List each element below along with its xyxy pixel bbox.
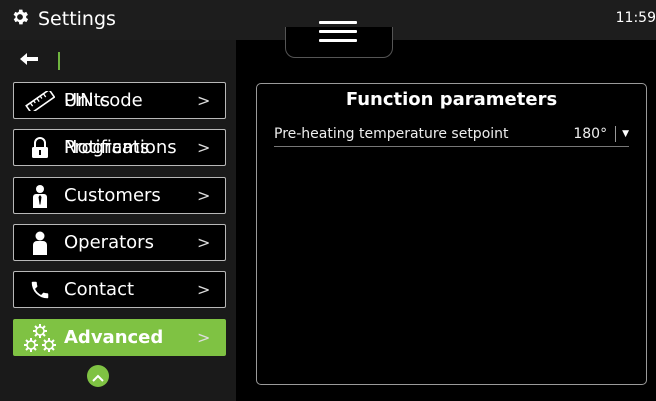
person-icon	[22, 224, 58, 261]
sidebar: PIN code Units > Notifications Programs …	[0, 40, 236, 401]
gears-icon	[22, 319, 58, 356]
sidebar-item-programs[interactable]: Notifications Programs >	[13, 129, 226, 166]
sidebar-item-label: Advanced	[64, 327, 164, 348]
function-parameters-panel: Function parameters Pre-heating temperat…	[256, 83, 647, 385]
scroll-up-button[interactable]	[87, 365, 109, 387]
chevron-up-icon	[92, 367, 104, 386]
back-arrow-icon	[18, 51, 40, 71]
sidebar-item-customers[interactable]: Customers >	[13, 177, 226, 214]
param-label: Pre-heating temperature setpoint	[274, 126, 509, 142]
dropdown-arrow-icon[interactable]: ▼	[622, 129, 629, 139]
sidebar-item-label: Customers	[64, 185, 161, 206]
sidebar-item-operators[interactable]: Operators >	[13, 224, 226, 261]
sidebar-item-advanced[interactable]: Advanced >	[13, 319, 226, 356]
sidebar-item-label: Operators	[64, 232, 154, 253]
clock: 11:59	[615, 10, 656, 26]
sidebar-item-label: Contact	[64, 279, 135, 300]
param-row-preheating[interactable]: Pre-heating temperature setpoint 180° ▼	[274, 122, 629, 147]
sidebar-item-label: Programs	[64, 137, 150, 158]
page-title: Settings	[38, 8, 116, 30]
divider	[58, 52, 60, 70]
chevron-right-icon: >	[197, 186, 211, 205]
sidebar-item-label: Units	[64, 90, 111, 111]
chevron-right-icon: >	[197, 233, 211, 252]
panel-title: Function parameters	[345, 89, 558, 110]
param-value: 180°	[573, 126, 608, 142]
phone-icon	[22, 271, 58, 308]
chevron-right-icon: >	[197, 138, 211, 157]
person-tie-icon	[22, 177, 58, 214]
ruler-icon	[22, 82, 58, 119]
sidebar-item-units[interactable]: PIN code Units >	[13, 82, 226, 119]
hamburger-icon[interactable]	[319, 21, 357, 43]
divider	[615, 126, 617, 142]
gear-icon	[10, 7, 30, 31]
chevron-right-icon: >	[197, 91, 211, 110]
chevron-right-icon: >	[197, 328, 211, 347]
back-button[interactable]	[18, 50, 78, 72]
chevron-right-icon: >	[197, 280, 211, 299]
sidebar-item-contact[interactable]: Contact >	[13, 271, 226, 308]
header-title-group: Settings	[10, 7, 116, 31]
lock-icon	[22, 129, 58, 166]
